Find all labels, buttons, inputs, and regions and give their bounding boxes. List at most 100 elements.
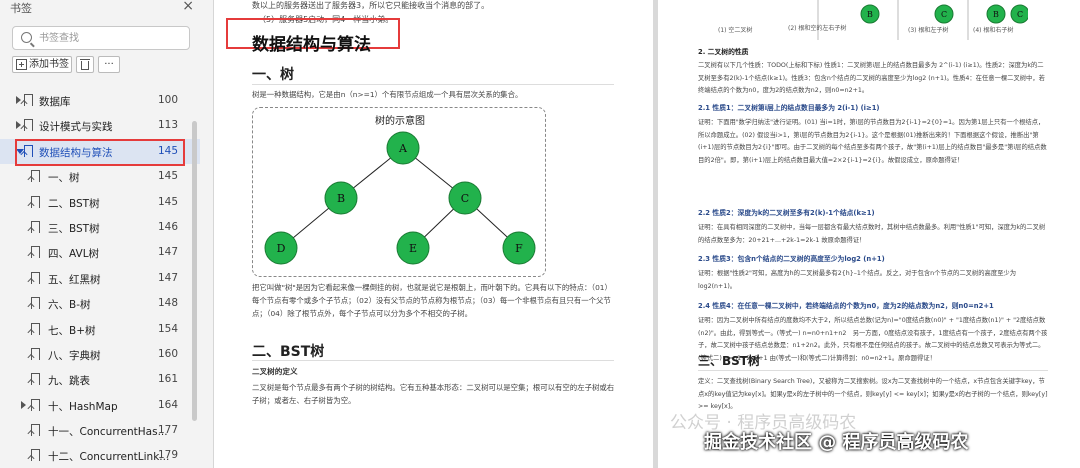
sidebar-item-label: 五、红黑树: [48, 273, 101, 286]
bookmark-search-input[interactable]: [39, 31, 185, 46]
binary-tree-definition-heading: 二叉树的定义: [252, 367, 298, 376]
sidebar-item-label: 九、跳表: [48, 375, 90, 388]
sidebar-item-page: 179: [157, 449, 178, 462]
tree-node-label: B: [337, 192, 345, 205]
prop-4-heading: 2.4 性质4：在任意一棵二叉树中，若终端结点的个数为n0，度为2的结点数为n2…: [698, 302, 994, 310]
sidebar-item-page: 145: [157, 195, 178, 208]
sidebar-item-label: 数据库: [39, 96, 71, 108]
document-page-right: B C B C (1) 空二叉树 (2) 根和空的左右子树 (3) 根和左子树 (4) 根和…: [658, 0, 1080, 468]
add-bookmark-button[interactable]: 添加书签: [12, 56, 72, 73]
sidebar-item-label: 四、AVL树: [48, 248, 100, 261]
trash-icon: [80, 59, 90, 70]
sidebar-item-label: 十一、ConcurrentHas...: [48, 426, 168, 439]
close-icon[interactable]: ×: [182, 0, 194, 14]
tree-intro-text: 树是一种数据结构，它是由n（n>=1）个有限节点组成一个具有层次关系的集合。: [252, 90, 523, 99]
sidebar-item-label: 六、B-树: [48, 299, 91, 312]
bookmark-icon: [24, 94, 33, 106]
bookmark-sidebar: 书签 × 添加书签 ··· 数据库 100 设计模式与实践 113 数据结构与算法 145…: [0, 0, 214, 468]
sidebar-item-page: 147: [157, 271, 178, 284]
sidebar-item[interactable]: 六、B-树 148: [0, 291, 200, 316]
prop-3-proof: 证明：根据"性质2"可知，高度为h的二叉树最多有2{h}–1个结点。反之，对于包…: [698, 270, 1017, 290]
section-divider-2: [252, 360, 614, 361]
sidebar-item-page: 154: [157, 322, 178, 335]
prop-2-heading: 2.2 性质2：深度为k的二叉树至多有2(k)-1个结点(k≥1): [698, 209, 875, 217]
section-heading-bst-right: 三、BST树: [698, 354, 760, 368]
sidebar-item[interactable]: 数据结构与算法 145: [0, 138, 200, 165]
figure-node-label: C: [941, 10, 947, 19]
sidebar-title: 书签: [10, 2, 32, 15]
prop-2-proof: 证明：在具有相同深度的二叉树中，当每一层都含有最大结点数时，其树中结点数最多。利…: [698, 224, 1046, 244]
expand-arrow-right-icon[interactable]: [21, 400, 26, 409]
tree-diagram: 树的示意图 ABCDEF: [252, 107, 546, 277]
binary-tree-definition-text: 二叉树是每个节点最多有两个子树的树结构。它有五种基本形态：二叉树可以是空集；根可…: [252, 383, 615, 405]
binary-tree-forms-figure: B C B C (1) 空二叉树 (2) 根和空的左右子树 (3) 根和左子树 (4) 根和…: [718, 0, 1028, 40]
sidebar-item[interactable]: 三、BST树 146: [0, 215, 200, 240]
figure-node-label: B: [993, 10, 999, 19]
delete-bookmark-button[interactable]: [76, 56, 94, 73]
section-divider: [252, 84, 614, 85]
document-page-left: 数以上的服务器送出了服务器3，所以它只能接收当个消息的部了。 （5）服务器5启动…: [214, 0, 653, 468]
bookmark-icon: [31, 398, 40, 411]
tree-node-label: F: [515, 242, 523, 255]
sidebar-item-page: 145: [157, 170, 178, 183]
sidebar-item-label: 数据结构与算法: [39, 146, 113, 159]
sidebar-item-page: 145: [157, 144, 178, 157]
sidebar-item-page: 147: [157, 246, 178, 259]
sidebar-item-page: 161: [157, 373, 178, 386]
bookmark-icon: [31, 220, 40, 233]
sidebar-item-label: 二、BST树: [48, 197, 100, 210]
bookmark-icon: [24, 144, 33, 157]
sidebar-item-label: 七、B+树: [48, 324, 96, 337]
sidebar-item-page: 146: [157, 220, 178, 233]
bookmark-icon: [31, 373, 40, 386]
sidebar-item-label: 十、HashMap: [48, 400, 118, 413]
sidebar-item[interactable]: 十一、ConcurrentHas... 177: [0, 418, 200, 443]
prop-1-heading: 2.1 性质1：二叉树第i层上的结点数目最多为 2(i-1) (i≥1): [698, 104, 880, 112]
section-divider-right: [698, 370, 1048, 371]
sidebar-item[interactable]: 四、AVL树 147: [0, 240, 200, 265]
sidebar-item[interactable]: 八、字典树 160: [0, 342, 200, 367]
tree-svg: A B C D E F: [264, 131, 536, 265]
bookmark-search-box[interactable]: [12, 26, 190, 50]
bookmark-icon: [31, 322, 40, 335]
sidebar-item-page: 160: [157, 347, 178, 360]
sidebar-item-page: 100: [157, 94, 178, 106]
bookmark-icon: [31, 297, 40, 310]
sidebar-scrollbar[interactable]: [192, 121, 197, 421]
sidebar-item[interactable]: 设计模式与实践 113: [0, 113, 200, 138]
section-heading-tree: 一、树: [252, 67, 294, 83]
watermark-main: 掘金技术社区 @ 程序员高级码农: [704, 432, 969, 453]
add-bookmark-label: 添加书签: [29, 59, 69, 70]
plus-icon: [16, 59, 27, 70]
chapter-title: 数据结构与算法: [252, 35, 371, 55]
bookmark-list: 数据库 100 设计模式与实践 113 数据结构与算法 145 一、树 145 二、BST树 14…: [0, 88, 200, 468]
sidebar-item-page: 177: [157, 424, 178, 437]
sidebar-item[interactable]: 九、跳表 161: [0, 367, 200, 392]
props-text: 二叉树有以下几个性质：TODO(上标和下标) 性质1：二叉树第i层上的结点数目最…: [698, 62, 1045, 94]
bookmark-icon: [31, 347, 40, 360]
prop-3-heading: 2.3 性质3：包含n个结点的二叉树的高度至少为log2 (n+1): [698, 255, 885, 263]
section-heading-bst: 二、BST树: [252, 344, 325, 360]
sidebar-item[interactable]: 七、B+树 154: [0, 317, 200, 342]
sidebar-item-page: 113: [157, 119, 178, 132]
figure-caption: (4) 根和右子树: [973, 26, 1013, 34]
more-button[interactable]: ···: [98, 56, 120, 73]
tree-node-label: E: [409, 242, 417, 255]
sidebar-item[interactable]: 十二、ConcurrentLink... 179: [0, 443, 200, 468]
sidebar-item[interactable]: 一、树 145: [0, 164, 200, 189]
bookmark-icon: [31, 424, 40, 437]
sidebar-item-label: 三、BST树: [48, 222, 100, 235]
sidebar-item[interactable]: 五、红黑树 147: [0, 266, 200, 291]
sidebar-item-label: 十二、ConcurrentLink...: [48, 451, 170, 464]
figure-node-label: C: [1017, 10, 1023, 19]
sidebar-item[interactable]: 十、HashMap 164: [0, 393, 200, 418]
figure-node-label: B: [867, 10, 873, 19]
sidebar-item[interactable]: 二、BST树 145: [0, 190, 200, 215]
bookmark-icon: [24, 119, 33, 132]
bookmark-icon: [31, 449, 40, 462]
search-icon: [21, 32, 32, 43]
sidebar-item[interactable]: 数据库 100: [0, 88, 200, 113]
sidebar-item-label: 一、树: [48, 172, 80, 185]
bookmark-icon: [31, 170, 40, 183]
tree-description: 把它叫做"树"是因为它看起来像一棵倒挂的树，也就是说它是根朝上，而叶朝下的。它具…: [252, 283, 612, 318]
